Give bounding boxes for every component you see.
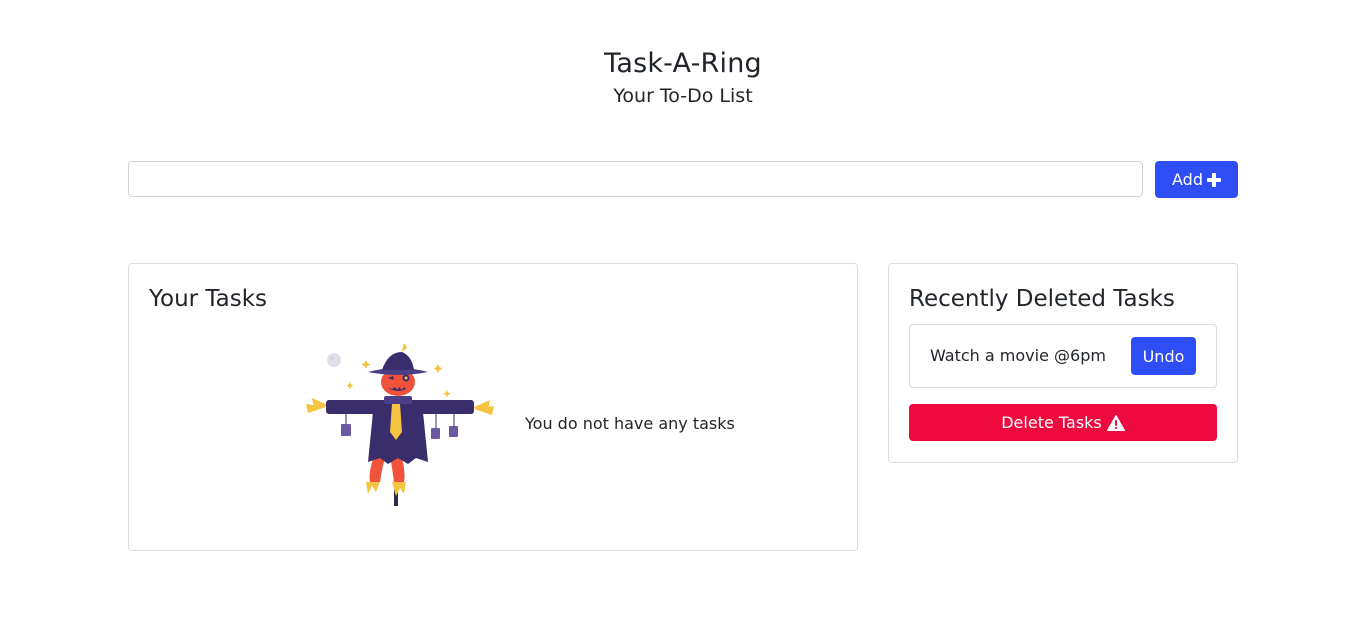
deleted-task-item: Watch a movie @6pm Undo bbox=[909, 324, 1217, 388]
recently-deleted-title: Recently Deleted Tasks bbox=[909, 286, 1175, 312]
app-title: Task-A-Ring bbox=[604, 48, 762, 79]
delete-tasks-button[interactable]: Delete Tasks bbox=[909, 404, 1217, 441]
app-subtitle: Your To-Do List bbox=[613, 85, 753, 107]
delete-tasks-label: Delete Tasks bbox=[1001, 413, 1102, 432]
new-task-input[interactable] bbox=[128, 161, 1143, 197]
undo-button[interactable]: Undo bbox=[1131, 337, 1196, 375]
plus-icon bbox=[1206, 172, 1221, 187]
add-button-label: Add bbox=[1172, 170, 1203, 189]
app-header: Task-A-Ring Your To-Do List bbox=[0, 46, 1366, 109]
warning-triangle-icon bbox=[1106, 414, 1125, 431]
your-tasks-title: Your Tasks bbox=[149, 286, 268, 312]
recently-deleted-card: Recently Deleted Tasks Watch a movie @6p… bbox=[888, 263, 1238, 463]
deleted-task-text: Watch a movie @6pm bbox=[930, 346, 1106, 365]
scarecrow-illustration bbox=[306, 344, 494, 506]
empty-tasks-message: You do not have any tasks bbox=[525, 414, 735, 433]
your-tasks-card: Your Tasks You do not have any tasks bbox=[128, 263, 858, 551]
add-task-button[interactable]: Add bbox=[1155, 161, 1238, 198]
